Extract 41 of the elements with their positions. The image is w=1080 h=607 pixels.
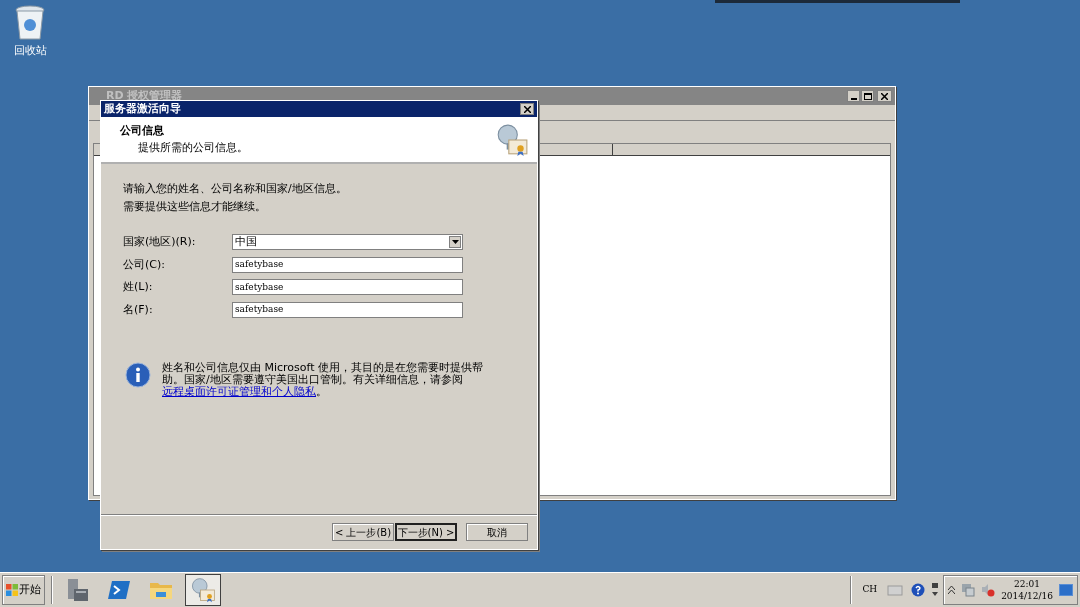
info-icon [125, 362, 151, 388]
header-subtitle: 提供所需的公司信息。 [137, 139, 248, 156]
country-dropdown[interactable]: 中国 [232, 234, 463, 251]
instruction-text: 请输入您的姓名、公司名称和国家/地区信息。 [123, 181, 348, 197]
privacy-note: 姓名和公司信息仅由 Microsoft 使用，其目的是在您需要时提供帮助。国家/地区需要遵守美国出口管制。有关详细信息，请参阅 远程桌面许可证管理和个人隐私。 [162, 362, 485, 398]
desktop-icon-label: 回收站 [13, 43, 47, 59]
maximize-button[interactable] [861, 90, 874, 102]
header-title: 公司信息 [120, 123, 165, 139]
window-title: RD 授权管理器 [106, 87, 183, 103]
close-button[interactable] [520, 103, 534, 115]
wizard-button[interactable]: 下一步(N) > [395, 523, 457, 541]
taskbar-app-button[interactable] [185, 574, 221, 606]
licensing-icon [190, 577, 216, 603]
chevron-up-icon[interactable] [948, 586, 956, 594]
recycle-bin-icon[interactable] [14, 5, 46, 41]
help-icon[interactable] [911, 583, 926, 597]
input-field[interactable]: safetybase [232, 279, 463, 296]
clock-date[interactable]: 2014/12/16 [1001, 590, 1053, 602]
options-icon[interactable] [931, 582, 940, 598]
wizard-button[interactable]: < 上一步(B) [332, 523, 394, 541]
start-button[interactable]: 开始 [2, 575, 45, 605]
field-label: 公司(C): [123, 256, 166, 273]
dialog-title: 服务器激活向导 [104, 100, 181, 117]
instruction-text: 需要提供这些信息才能继续。 [123, 199, 267, 215]
field-label: 国家(地区)(R): [123, 234, 197, 250]
close-button[interactable] [877, 90, 892, 102]
language-indicator[interactable]: CH [862, 583, 878, 597]
caret-icon [451, 240, 459, 245]
wizard-button[interactable]: 取消 [466, 523, 528, 541]
input-field[interactable]: safetybase [232, 301, 463, 318]
speaker-muted-icon[interactable] [981, 583, 996, 597]
close-icon [881, 92, 888, 100]
input-field[interactable]: safetybase [232, 256, 463, 273]
field-label: 名(F): [123, 301, 154, 318]
windows-logo-icon [6, 584, 18, 596]
minimize-button[interactable] [847, 90, 860, 102]
privacy-link[interactable]: 远程桌面许可证管理和个人隐私 [162, 385, 316, 398]
field-label: 姓(L): [123, 279, 154, 295]
certificate-icon [495, 123, 529, 157]
close-icon [523, 105, 531, 113]
clock-time[interactable]: 22:01 [1014, 578, 1041, 590]
